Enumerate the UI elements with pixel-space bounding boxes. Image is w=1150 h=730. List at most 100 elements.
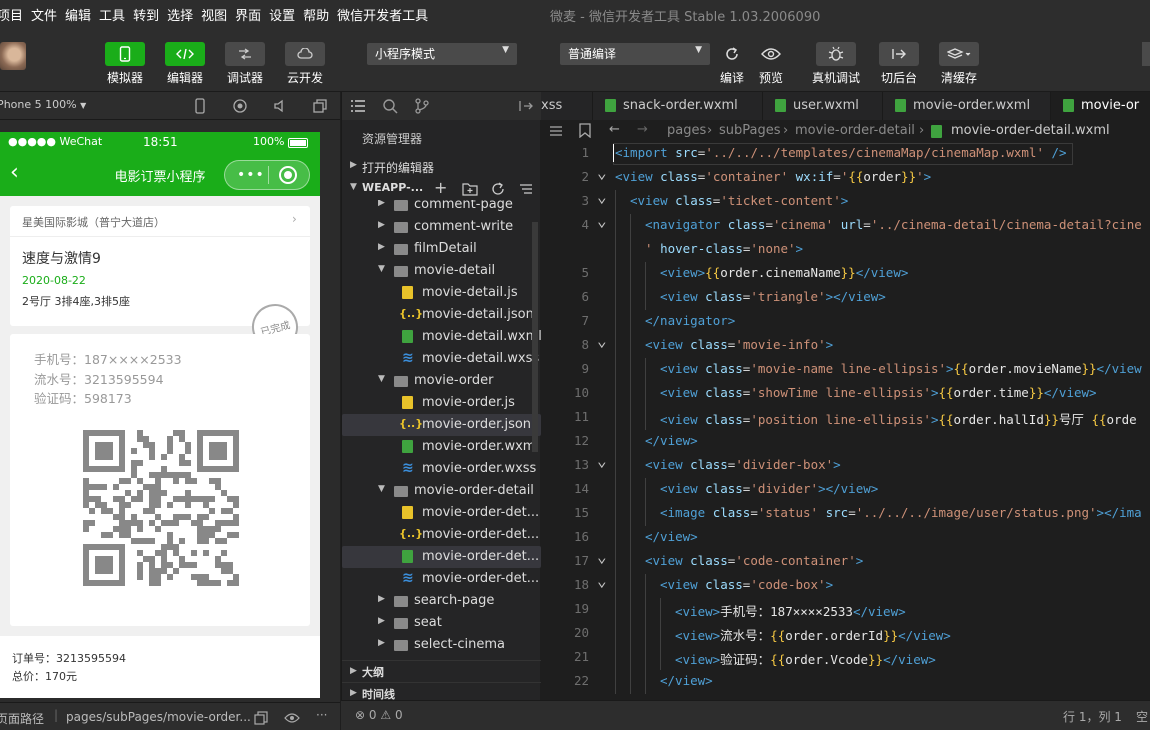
code-token: }} xyxy=(883,628,899,643)
fold-icon[interactable]: ⌄ xyxy=(597,547,607,566)
device-icon[interactable] xyxy=(192,98,208,114)
capsule-menu[interactable]: ••• xyxy=(224,160,310,190)
indent-setting[interactable]: 空 xyxy=(1136,708,1148,725)
file-tree-item[interactable]: ▶ select-cinema xyxy=(342,634,541,656)
more-icon[interactable]: ••• xyxy=(237,167,265,183)
mode-select[interactable]: 小程序模式 ▼ xyxy=(367,43,517,65)
git-branch-icon[interactable] xyxy=(414,98,430,114)
volume-icon[interactable] xyxy=(272,98,288,114)
crumb-subpages[interactable]: subPages xyxy=(719,123,781,138)
debugger-button[interactable] xyxy=(225,42,265,66)
file-tree-item[interactable]: movie-order-det... xyxy=(342,546,541,568)
cursor-position[interactable]: 行 1，列 1 xyxy=(1063,708,1122,725)
close-miniprogram-icon[interactable] xyxy=(279,166,297,184)
file-tree-item[interactable]: movie-detail.js xyxy=(342,282,541,304)
page-path[interactable]: pages/subPages/movie-order... xyxy=(66,710,251,724)
menu-bar: 项目 文件 编辑 工具 转到 选择 视图 界面 设置 帮助 微信开发者工具 微麦 - 微信开发者工具… xyxy=(0,0,1150,28)
avatar[interactable] xyxy=(0,42,26,70)
popout-icon[interactable] xyxy=(312,98,328,114)
menu-item[interactable]: 设置 xyxy=(266,5,298,24)
file-tree-item[interactable]: ▶ filmDetail xyxy=(342,238,541,260)
file-tree-item[interactable]: ≋ movie-order-det... xyxy=(342,568,541,590)
fold-icon[interactable]: ⌄ xyxy=(597,451,607,470)
file-tree-item[interactable]: ▶ search-page xyxy=(342,590,541,612)
cinema-link[interactable]: 星美国际影城（普宁大道店） xyxy=(22,214,165,230)
file-tree-item[interactable]: movie-detail.wxml xyxy=(342,326,541,348)
file-tree-item[interactable]: ▶ comment-page xyxy=(342,200,541,216)
toolbar-overflow[interactable] xyxy=(1142,42,1150,66)
file-tree-item[interactable]: movie-order.js xyxy=(342,392,541,414)
fold-icon[interactable]: ⌄ xyxy=(597,163,607,182)
search-icon[interactable] xyxy=(382,98,398,114)
background-button[interactable] xyxy=(879,42,919,66)
js-file-icon xyxy=(402,286,413,299)
menu-item[interactable]: 转到 xyxy=(130,5,162,24)
file-tree-item[interactable]: movie-order.wxml xyxy=(342,436,541,458)
simulator-button[interactable] xyxy=(105,42,145,66)
refresh-icon[interactable] xyxy=(490,181,506,197)
file-tree-item[interactable]: ▶ seat xyxy=(342,612,541,634)
menu-item[interactable]: 帮助 xyxy=(300,5,332,24)
new-folder-icon[interactable] xyxy=(462,182,478,196)
fold-icon[interactable]: ⌄ xyxy=(597,331,607,350)
fold-icon[interactable]: ⌄ xyxy=(597,571,607,590)
record-icon[interactable] xyxy=(232,98,248,114)
clear-cache-button[interactable] xyxy=(939,42,979,66)
file-tree-item[interactable]: ≋ movie-detail.wxss xyxy=(342,348,541,370)
code-token: src xyxy=(675,145,698,160)
fold-icon[interactable]: ⌄ xyxy=(597,187,607,206)
file-tree-item[interactable]: {..} movie-order-det... xyxy=(342,524,541,546)
file-tree-item[interactable]: ▶ comment-write xyxy=(342,216,541,238)
menu-item[interactable]: 界面 xyxy=(232,5,264,24)
device-select[interactable]: iPhone 5 100% ▼ xyxy=(0,98,86,111)
file-tree-item[interactable]: ▼ movie-order-detail xyxy=(342,480,541,502)
file-tree-item[interactable]: ▼ movie-detail xyxy=(342,260,541,282)
outline-section[interactable]: ▶ 大纲 xyxy=(342,660,541,682)
copy-icon[interactable] xyxy=(254,711,268,725)
compile-button[interactable] xyxy=(719,42,745,66)
file-tree-item[interactable]: ≋ movie-order.wxss xyxy=(342,458,541,480)
crumb-folder[interactable]: movie-order-detail xyxy=(795,123,915,138)
open-editors-section[interactable]: ▶ 打开的编辑器 xyxy=(342,156,541,178)
bookmark-icon[interactable] xyxy=(579,123,591,138)
real-debug-button[interactable] xyxy=(816,42,856,66)
file-tree-item[interactable]: movie-order-det... xyxy=(342,502,541,524)
menu-item[interactable]: 选择 xyxy=(164,5,196,24)
menu-item[interactable]: 视图 xyxy=(198,5,230,24)
fold-icon[interactable]: ⌄ xyxy=(597,211,607,230)
collapse-all-icon[interactable] xyxy=(518,182,534,196)
more-icon[interactable]: ··· xyxy=(316,708,327,722)
editor-tab[interactable]: xss xyxy=(541,92,593,120)
menu-item[interactable]: 工具 xyxy=(96,5,128,24)
editor-button[interactable] xyxy=(165,42,205,66)
project-section[interactable]: ▼ WEAPP-... + xyxy=(342,178,541,200)
menu-item[interactable]: 编辑 xyxy=(62,5,94,24)
code-text: <view>验证码：{{order.Vcode}}</view> xyxy=(675,649,936,668)
menu-item[interactable]: 文件 xyxy=(28,5,60,24)
editor-tab[interactable]: movie-or xyxy=(1051,92,1150,120)
preview-button[interactable] xyxy=(758,42,784,66)
crumb-file[interactable]: movie-order-detail.wxml xyxy=(951,123,1110,138)
back-arrow-icon[interactable]: ← xyxy=(609,122,620,137)
file-tree-item[interactable]: ▼ movie-order xyxy=(342,370,541,392)
file-tree-item[interactable]: {..} movie-detail.json xyxy=(342,304,541,326)
code-area[interactable]: 1 <import src='../../../templates/cinemaM… xyxy=(541,142,1150,702)
menu-item[interactable]: 微信开发者工具 xyxy=(334,5,431,24)
forward-arrow-icon[interactable]: → xyxy=(637,122,648,137)
editor-tab[interactable]: movie-order.wxml xyxy=(883,92,1051,120)
tree-scrollbar[interactable] xyxy=(532,222,538,452)
cloud-button[interactable] xyxy=(285,42,325,66)
compile-select[interactable]: 普通编译 ▼ xyxy=(560,43,710,65)
editor-tab[interactable]: snack-order.wxml xyxy=(593,92,763,120)
menu-item[interactable]: 项目 xyxy=(0,5,26,24)
errors-status[interactable]: ⊗ 0 ⚠ 0 xyxy=(355,708,403,722)
file-tree-item[interactable]: {..} movie-order.json xyxy=(342,414,541,436)
code-token: 号厅 xyxy=(1058,412,1092,427)
editor-tab[interactable]: user.wxml xyxy=(763,92,883,120)
list-icon[interactable] xyxy=(549,124,563,138)
new-file-icon[interactable]: + xyxy=(434,178,447,197)
list-icon[interactable] xyxy=(350,98,366,114)
eye-icon[interactable] xyxy=(284,712,300,724)
split-editor-icon[interactable] xyxy=(518,98,534,114)
crumb-pages[interactable]: pages xyxy=(667,123,706,138)
